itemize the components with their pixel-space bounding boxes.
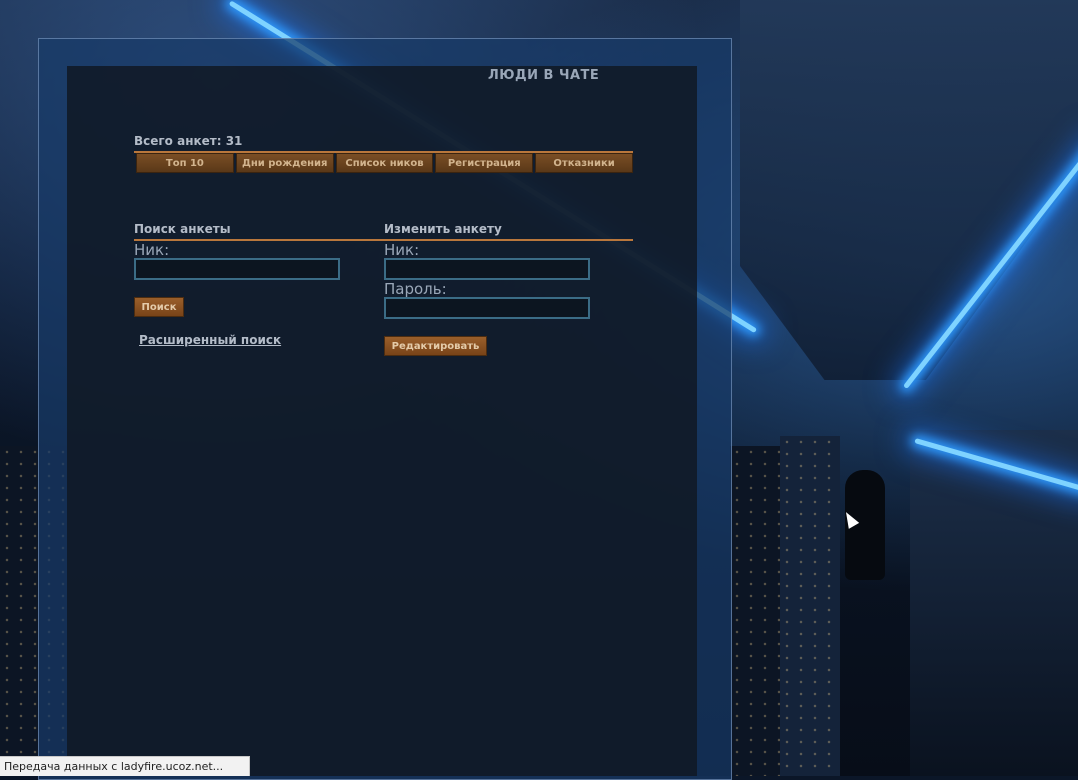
tab-birthdays[interactable]: Дни рождения [235,153,334,173]
page-title: ЛЮДИ В ЧАТЕ [488,68,600,83]
search-section-title: Поиск анкеты [134,222,231,236]
edit-nick-input[interactable] [384,258,590,280]
edit-nick-label: Ник: [384,241,420,259]
total-count: Всего анкет: 31 [134,134,243,148]
tab-top10[interactable]: Топ 10 [136,153,234,173]
bridge-structure [740,0,1078,380]
browser-status-bar: Передача данных с ladyfire.ucoz.net... [0,756,250,776]
building [780,436,840,776]
search-nick-input[interactable] [134,258,340,280]
edit-button[interactable]: Редактировать [384,336,487,356]
tab-bar: Топ 10 Дни рождения Список ников Регистр… [134,151,633,173]
edit-password-input[interactable] [384,297,590,319]
tab-nick-list[interactable]: Список ников [335,153,434,173]
search-button[interactable]: Поиск [134,297,184,317]
search-nick-label: Ник: [134,241,170,259]
edit-password-label: Пароль: [384,280,447,298]
tab-refusers[interactable]: Отказники [535,153,633,173]
edit-section-title: Изменить анкету [384,222,502,236]
tab-registration[interactable]: Регистрация [435,153,534,173]
advanced-search-link[interactable]: Расширенный поиск [139,333,281,347]
